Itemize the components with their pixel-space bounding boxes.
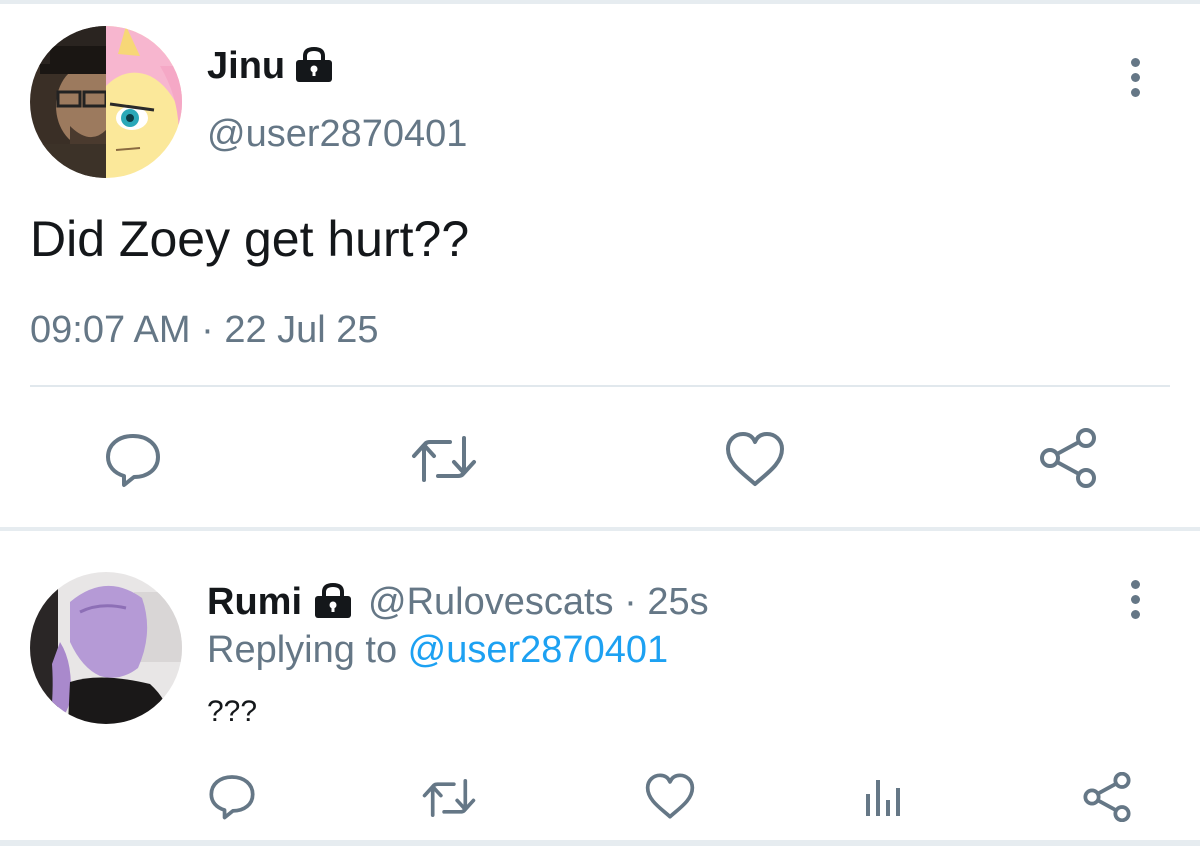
reply-icon[interactable] [208, 772, 256, 820]
retweet-icon[interactable] [420, 776, 478, 820]
replying-to: Replying to @user2870401 [207, 628, 668, 672]
divider [30, 385, 1170, 387]
more-options-icon[interactable] [1131, 58, 1141, 103]
replying-prefix: Replying to [207, 629, 408, 671]
reply-avatar[interactable] [30, 572, 182, 724]
lock-icon [292, 46, 336, 84]
top-divider [0, 0, 1200, 4]
analytics-icon[interactable] [862, 776, 906, 818]
like-icon[interactable] [644, 772, 696, 820]
display-name[interactable]: Jinu [207, 44, 285, 88]
reply-text: ??? [207, 695, 258, 728]
share-icon[interactable] [1038, 428, 1098, 488]
like-icon[interactable] [724, 430, 786, 488]
reply-handle-time[interactable]: @Rulovescats · 25s [368, 580, 709, 624]
avatar[interactable] [30, 26, 182, 178]
tweet-text: Did Zoey get hurt?? [30, 211, 470, 267]
more-options-icon[interactable] [1131, 580, 1141, 625]
tweet-timestamp[interactable]: 09:07 AM · 22 Jul 25 [30, 308, 379, 352]
user-handle[interactable]: @user2870401 [207, 112, 467, 156]
reply-display-name[interactable]: Rumi [207, 580, 302, 624]
retweet-icon[interactable] [410, 432, 478, 486]
reply-icon[interactable] [104, 430, 162, 488]
mention-link[interactable]: @user2870401 [408, 629, 668, 671]
section-divider [0, 527, 1200, 531]
bottom-divider [0, 840, 1200, 846]
lock-icon [311, 582, 355, 620]
share-icon[interactable] [1082, 772, 1132, 822]
